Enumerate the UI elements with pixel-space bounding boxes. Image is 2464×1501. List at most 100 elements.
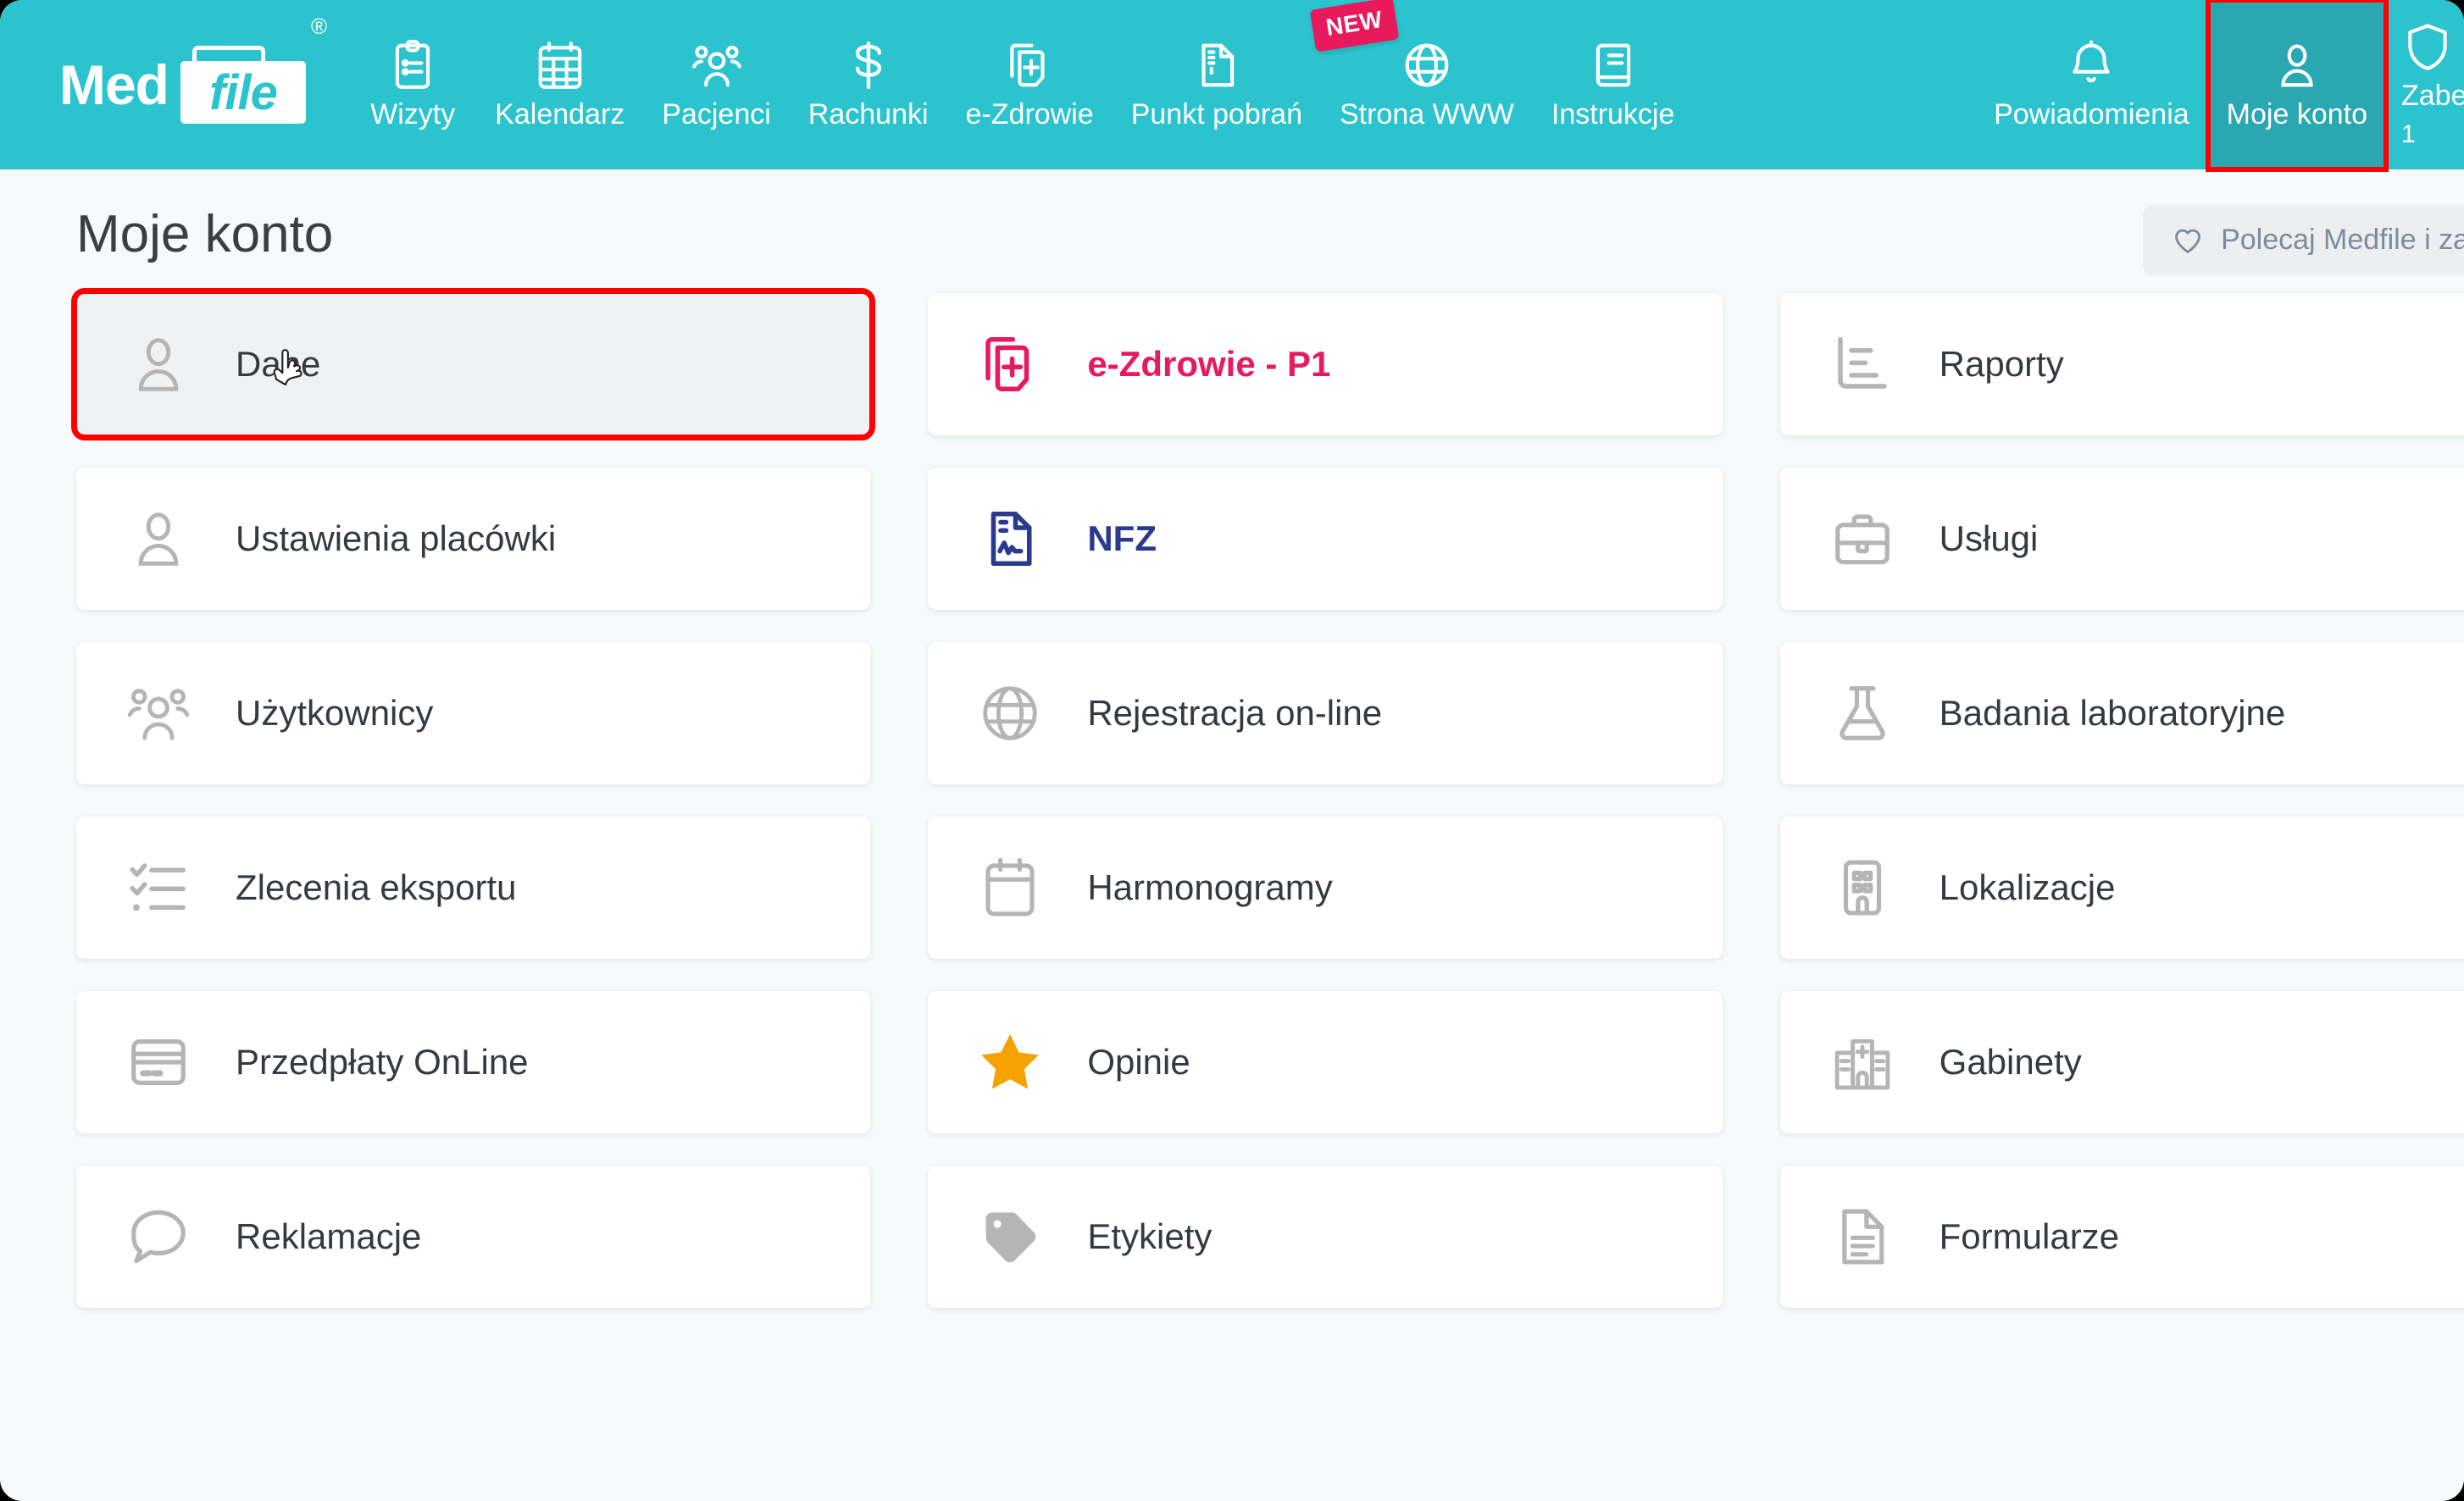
card-label: Gabinety [1939, 1042, 2082, 1082]
card-label: Etykiety [1087, 1216, 1213, 1256]
nav-label: Pacjenci [662, 98, 771, 131]
card-reklamacje[interactable]: Reklamacje [76, 1166, 871, 1308]
card-zlecenia-eksportu[interactable]: Zlecenia eksportu [76, 817, 871, 959]
card-formularze[interactable]: Formularze [1779, 1166, 2464, 1308]
card-label: Opinie [1087, 1042, 1190, 1082]
nav-label: Moje konto [2226, 98, 2367, 131]
card-ezdrowie-p1[interactable]: e-Zdrowie - P1 [928, 293, 1723, 435]
recommend-medfile-button[interactable]: Polecaj Medfile i za [2143, 205, 2464, 275]
page-header: Moje konto Polecaj Medfile i za [0, 169, 2464, 281]
nav-item-wizyty[interactable]: Wizyty [349, 0, 476, 169]
card-opinie[interactable]: Opinie [928, 991, 1723, 1133]
nav-item-instrukcje[interactable]: Instrukcje [1533, 0, 1694, 169]
logo-folder-icon: file [180, 46, 306, 124]
card-label: NFZ [1087, 518, 1157, 558]
calendar-blank-icon [977, 855, 1043, 921]
card-label: Przedpłaty OnLine [236, 1042, 529, 1082]
logo-med-text: Med [59, 53, 169, 116]
nav-group-secondary: Powiadomienia Moje konto Zabe 1 [1975, 0, 2464, 172]
globe-icon [1401, 39, 1453, 91]
account-cards-grid: Dane e-Zdrowie - P1 Raporty Ustawienia p… [0, 281, 2464, 1308]
nav-item-strona-www[interactable]: NEW Strona WWW [1309, 0, 1533, 169]
nav-label: e-Zdrowie [965, 98, 1094, 131]
card-rejestracja-online[interactable]: Rejestracja on-line [928, 642, 1723, 784]
nav-item-moje-konto[interactable]: Moje konto [2205, 0, 2389, 172]
nav-group-primary: Wizyty Kalendarz Pacjenci Rachunki e-Zdr… [349, 0, 1693, 169]
nav-item-powiadomienia[interactable]: Powiadomienia [1975, 0, 2208, 169]
briefcase-icon [1829, 506, 1895, 572]
nav-label: Wizyty [370, 98, 456, 131]
document-lines-icon [1829, 1204, 1895, 1270]
card-uslugi[interactable]: Usługi [1779, 468, 2464, 610]
nav-label: Strona WWW [1339, 98, 1514, 131]
globe-icon [977, 680, 1043, 746]
nav-label: Kalendarz [495, 98, 625, 131]
users-icon [125, 680, 191, 746]
card-label: Zlecenia eksportu [236, 867, 517, 907]
calendar-icon [534, 39, 586, 91]
credit-card-icon [125, 1029, 191, 1095]
new-badge: NEW [1309, 0, 1400, 53]
card-dane[interactable]: Dane [70, 288, 876, 440]
card-label: Ustawienia placówki [236, 518, 557, 558]
app-window: Med file ® Wizyty Kalendarz Pacjenci Rac… [0, 0, 2464, 1501]
medical-file-icon [1003, 39, 1056, 91]
card-label: Lokalizacje [1939, 867, 2116, 907]
nav-item-kalendarz[interactable]: Kalendarz [476, 0, 643, 169]
card-etykiety[interactable]: Etykiety [928, 1166, 1723, 1308]
dollar-icon [842, 39, 895, 91]
heart-icon [2172, 224, 2204, 257]
medfile-logo[interactable]: Med file ® [0, 0, 349, 169]
user-icon [2271, 39, 2323, 91]
nav-item-rachunki[interactable]: Rachunki [790, 0, 947, 169]
star-icon [977, 1029, 1043, 1095]
card-gabinety[interactable]: Gabinety [1779, 991, 2464, 1133]
nav-sublabel: 1 [2401, 119, 2416, 148]
card-label: Harmonogramy [1087, 867, 1333, 907]
page-title: Moje konto [76, 205, 334, 263]
bell-icon [2065, 39, 2117, 91]
tag-icon [977, 1204, 1043, 1270]
flask-icon [1829, 680, 1895, 746]
book-icon [1587, 39, 1640, 91]
nav-item-zabezpieczenia[interactable]: Zabe 1 [2386, 0, 2464, 169]
nav-item-pacjenci[interactable]: Pacjenci [643, 0, 790, 169]
top-navigation-bar: Med file ® Wizyty Kalendarz Pacjenci Rac… [0, 0, 2464, 172]
nav-label: Instrukcje [1551, 98, 1675, 131]
nav-label: Zabe [2401, 80, 2464, 113]
medical-file-icon [977, 331, 1043, 397]
card-uzytkownicy[interactable]: Użytkownicy [76, 642, 871, 784]
nav-label: Powiadomienia [1994, 98, 2189, 131]
users-icon [691, 39, 743, 91]
user-icon [125, 506, 191, 572]
card-label: Usługi [1939, 518, 2039, 558]
nav-label: Rachunki [807, 98, 929, 131]
card-harmonogramy[interactable]: Harmonogramy [928, 817, 1723, 959]
building-icon [1829, 855, 1895, 921]
card-badania-laboratoryjne[interactable]: Badania laboratoryjne [1779, 642, 2464, 784]
card-label: Dane [236, 344, 321, 384]
nav-item-punkt-pobran[interactable]: Punkt pobrań [1113, 0, 1321, 169]
document-icon [1190, 39, 1243, 91]
nav-label: Punkt pobrań [1130, 98, 1302, 131]
nav-item-ezdrowie[interactable]: e-Zdrowie [947, 0, 1113, 169]
card-przedplaty-online[interactable]: Przedpłaty OnLine [76, 991, 871, 1133]
card-raporty[interactable]: Raporty [1779, 293, 2464, 435]
card-label: Użytkownicy [236, 693, 434, 733]
report-doc-icon [977, 506, 1043, 572]
bar-chart-icon [1829, 331, 1895, 397]
logo-file-text: file [209, 64, 278, 120]
card-label: e-Zdrowie - P1 [1087, 344, 1331, 384]
hospital-icon [1829, 1029, 1895, 1095]
shield-icon [2401, 20, 2454, 73]
card-nfz[interactable]: NFZ [928, 468, 1723, 610]
card-lokalizacje[interactable]: Lokalizacje [1779, 817, 2464, 959]
clipboard-icon [386, 39, 439, 91]
card-ustawienia-placowki[interactable]: Ustawienia placówki [76, 468, 871, 610]
card-label: Rejestracja on-line [1087, 693, 1383, 733]
logo-registered-mark: ® [311, 14, 328, 39]
user-icon [125, 331, 191, 397]
recommend-label: Polecaj Medfile i za [2221, 224, 2464, 256]
card-label: Badania laboratoryjne [1939, 693, 2286, 733]
speech-bubble-icon [125, 1204, 191, 1270]
